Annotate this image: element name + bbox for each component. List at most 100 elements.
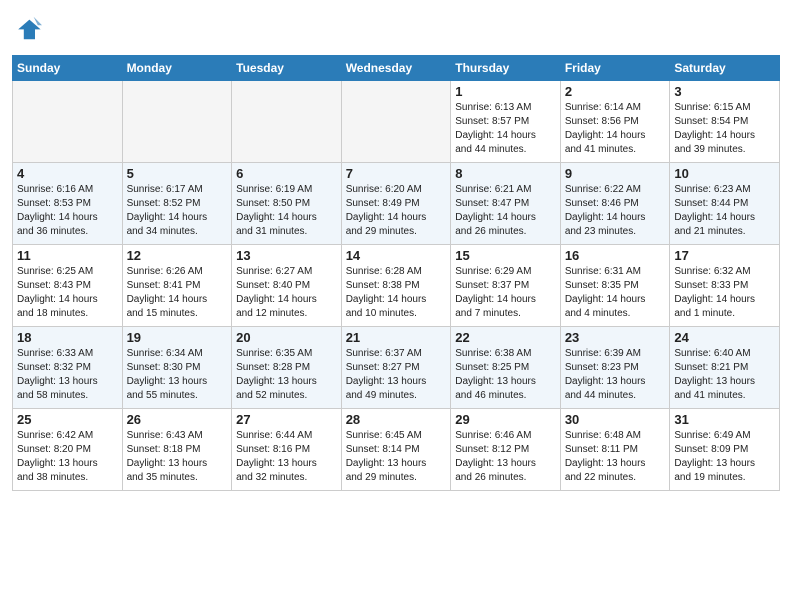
- day-number: 20: [236, 330, 337, 345]
- logo: [12, 14, 46, 47]
- day-info: Sunrise: 6:31 AM Sunset: 8:35 PM Dayligh…: [565, 265, 666, 321]
- day-cell: 3 Sunrise: 6:15 AM Sunset: 8:54 PM Daylig…: [670, 81, 780, 163]
- day-cell: 13 Sunrise: 6:27 AM Sunset: 8:40 PM Dayli…: [232, 245, 342, 327]
- weekday-header-row: SundayMondayTuesdayWednesdayThursdayFrid…: [13, 56, 780, 81]
- day-info: Sunrise: 6:49 AM Sunset: 8:09 PM Dayligh…: [674, 429, 775, 485]
- day-info: Sunrise: 6:44 AM Sunset: 8:16 PM Dayligh…: [236, 429, 337, 485]
- week-row-4: 18 Sunrise: 6:33 AM Sunset: 8:32 PM Dayli…: [13, 327, 780, 409]
- header: [12, 10, 780, 47]
- day-cell: 18 Sunrise: 6:33 AM Sunset: 8:32 PM Dayli…: [13, 327, 123, 409]
- day-info: Sunrise: 6:28 AM Sunset: 8:38 PM Dayligh…: [346, 265, 447, 321]
- day-number: 23: [565, 330, 666, 345]
- day-info: Sunrise: 6:45 AM Sunset: 8:14 PM Dayligh…: [346, 429, 447, 485]
- day-number: 29: [455, 412, 556, 427]
- day-info: Sunrise: 6:38 AM Sunset: 8:25 PM Dayligh…: [455, 347, 556, 403]
- day-cell: 20 Sunrise: 6:35 AM Sunset: 8:28 PM Dayli…: [232, 327, 342, 409]
- day-info: Sunrise: 6:37 AM Sunset: 8:27 PM Dayligh…: [346, 347, 447, 403]
- day-number: 17: [674, 248, 775, 263]
- day-info: Sunrise: 6:15 AM Sunset: 8:54 PM Dayligh…: [674, 101, 775, 157]
- day-info: Sunrise: 6:34 AM Sunset: 8:30 PM Dayligh…: [127, 347, 228, 403]
- day-info: Sunrise: 6:27 AM Sunset: 8:40 PM Dayligh…: [236, 265, 337, 321]
- day-cell: 9 Sunrise: 6:22 AM Sunset: 8:46 PM Daylig…: [560, 163, 670, 245]
- day-cell: 15 Sunrise: 6:29 AM Sunset: 8:37 PM Dayli…: [451, 245, 561, 327]
- day-cell: 16 Sunrise: 6:31 AM Sunset: 8:35 PM Dayli…: [560, 245, 670, 327]
- day-number: 19: [127, 330, 228, 345]
- day-cell: 4 Sunrise: 6:16 AM Sunset: 8:53 PM Daylig…: [13, 163, 123, 245]
- day-info: Sunrise: 6:22 AM Sunset: 8:46 PM Dayligh…: [565, 183, 666, 239]
- day-cell: 19 Sunrise: 6:34 AM Sunset: 8:30 PM Dayli…: [122, 327, 232, 409]
- day-number: 10: [674, 166, 775, 181]
- day-info: Sunrise: 6:33 AM Sunset: 8:32 PM Dayligh…: [17, 347, 118, 403]
- day-cell: 22 Sunrise: 6:38 AM Sunset: 8:25 PM Dayli…: [451, 327, 561, 409]
- day-cell: 1Sunrise: 6:13 AM Sunset: 8:57 PM Daylig…: [451, 81, 561, 163]
- day-cell: 7Sunrise: 6:20 AM Sunset: 8:49 PM Daylig…: [341, 163, 451, 245]
- day-number: 28: [346, 412, 447, 427]
- day-cell: 5Sunrise: 6:17 AM Sunset: 8:52 PM Daylig…: [122, 163, 232, 245]
- day-info: Sunrise: 6:21 AM Sunset: 8:47 PM Dayligh…: [455, 183, 556, 239]
- day-cell: 28 Sunrise: 6:45 AM Sunset: 8:14 PM Dayli…: [341, 409, 451, 491]
- day-info: Sunrise: 6:16 AM Sunset: 8:53 PM Dayligh…: [17, 183, 118, 239]
- day-number: 8: [455, 166, 556, 181]
- day-cell: 23Sunrise: 6:39 AM Sunset: 8:23 PM Dayli…: [560, 327, 670, 409]
- day-number: 25: [17, 412, 118, 427]
- day-cell: 25 Sunrise: 6:42 AM Sunset: 8:20 PM Dayli…: [13, 409, 123, 491]
- day-cell: [232, 81, 342, 163]
- day-info: Sunrise: 6:32 AM Sunset: 8:33 PM Dayligh…: [674, 265, 775, 321]
- day-number: 13: [236, 248, 337, 263]
- calendar-table: SundayMondayTuesdayWednesdayThursdayFrid…: [12, 55, 780, 491]
- day-number: 12: [127, 248, 228, 263]
- day-number: 16: [565, 248, 666, 263]
- weekday-header-thursday: Thursday: [451, 56, 561, 81]
- day-number: 14: [346, 248, 447, 263]
- day-cell: 27 Sunrise: 6:44 AM Sunset: 8:16 PM Dayli…: [232, 409, 342, 491]
- day-info: Sunrise: 6:17 AM Sunset: 8:52 PM Dayligh…: [127, 183, 228, 239]
- day-info: Sunrise: 6:25 AM Sunset: 8:43 PM Dayligh…: [17, 265, 118, 321]
- day-number: 2: [565, 84, 666, 99]
- day-cell: 8 Sunrise: 6:21 AM Sunset: 8:47 PM Daylig…: [451, 163, 561, 245]
- day-cell: 14 Sunrise: 6:28 AM Sunset: 8:38 PM Dayli…: [341, 245, 451, 327]
- day-info: Sunrise: 6:48 AM Sunset: 8:11 PM Dayligh…: [565, 429, 666, 485]
- day-number: 22: [455, 330, 556, 345]
- day-number: 31: [674, 412, 775, 427]
- day-number: 21: [346, 330, 447, 345]
- day-number: 18: [17, 330, 118, 345]
- day-number: 27: [236, 412, 337, 427]
- day-number: 9: [565, 166, 666, 181]
- week-row-3: 11 Sunrise: 6:25 AM Sunset: 8:43 PM Dayli…: [13, 245, 780, 327]
- week-row-2: 4 Sunrise: 6:16 AM Sunset: 8:53 PM Daylig…: [13, 163, 780, 245]
- day-info: Sunrise: 6:20 AM Sunset: 8:49 PM Dayligh…: [346, 183, 447, 239]
- day-info: Sunrise: 6:40 AM Sunset: 8:21 PM Dayligh…: [674, 347, 775, 403]
- day-cell: 26 Sunrise: 6:43 AM Sunset: 8:18 PM Dayli…: [122, 409, 232, 491]
- day-info: Sunrise: 6:35 AM Sunset: 8:28 PM Dayligh…: [236, 347, 337, 403]
- day-number: 11: [17, 248, 118, 263]
- day-info: Sunrise: 6:43 AM Sunset: 8:18 PM Dayligh…: [127, 429, 228, 485]
- day-info: Sunrise: 6:29 AM Sunset: 8:37 PM Dayligh…: [455, 265, 556, 321]
- day-info: Sunrise: 6:14 AM Sunset: 8:56 PM Dayligh…: [565, 101, 666, 157]
- day-number: 30: [565, 412, 666, 427]
- day-info: Sunrise: 6:19 AM Sunset: 8:50 PM Dayligh…: [236, 183, 337, 239]
- day-number: 24: [674, 330, 775, 345]
- page-container: SundayMondayTuesdayWednesdayThursdayFrid…: [0, 0, 792, 499]
- day-cell: 21 Sunrise: 6:37 AM Sunset: 8:27 PM Dayli…: [341, 327, 451, 409]
- weekday-header-saturday: Saturday: [670, 56, 780, 81]
- day-cell: 10 Sunrise: 6:23 AM Sunset: 8:44 PM Dayli…: [670, 163, 780, 245]
- day-cell: 24 Sunrise: 6:40 AM Sunset: 8:21 PM Dayli…: [670, 327, 780, 409]
- day-cell: [341, 81, 451, 163]
- day-number: 15: [455, 248, 556, 263]
- day-cell: 2 Sunrise: 6:14 AM Sunset: 8:56 PM Daylig…: [560, 81, 670, 163]
- day-cell: 29Sunrise: 6:46 AM Sunset: 8:12 PM Dayli…: [451, 409, 561, 491]
- day-cell: [13, 81, 123, 163]
- day-number: 26: [127, 412, 228, 427]
- logo-icon: [14, 14, 42, 42]
- day-cell: 6 Sunrise: 6:19 AM Sunset: 8:50 PM Daylig…: [232, 163, 342, 245]
- day-number: 4: [17, 166, 118, 181]
- day-info: Sunrise: 6:23 AM Sunset: 8:44 PM Dayligh…: [674, 183, 775, 239]
- day-number: 3: [674, 84, 775, 99]
- day-cell: 31 Sunrise: 6:49 AM Sunset: 8:09 PM Dayli…: [670, 409, 780, 491]
- weekday-header-tuesday: Tuesday: [232, 56, 342, 81]
- day-info: Sunrise: 6:42 AM Sunset: 8:20 PM Dayligh…: [17, 429, 118, 485]
- weekday-header-monday: Monday: [122, 56, 232, 81]
- day-cell: 11 Sunrise: 6:25 AM Sunset: 8:43 PM Dayli…: [13, 245, 123, 327]
- day-cell: 17 Sunrise: 6:32 AM Sunset: 8:33 PM Dayli…: [670, 245, 780, 327]
- day-number: 6: [236, 166, 337, 181]
